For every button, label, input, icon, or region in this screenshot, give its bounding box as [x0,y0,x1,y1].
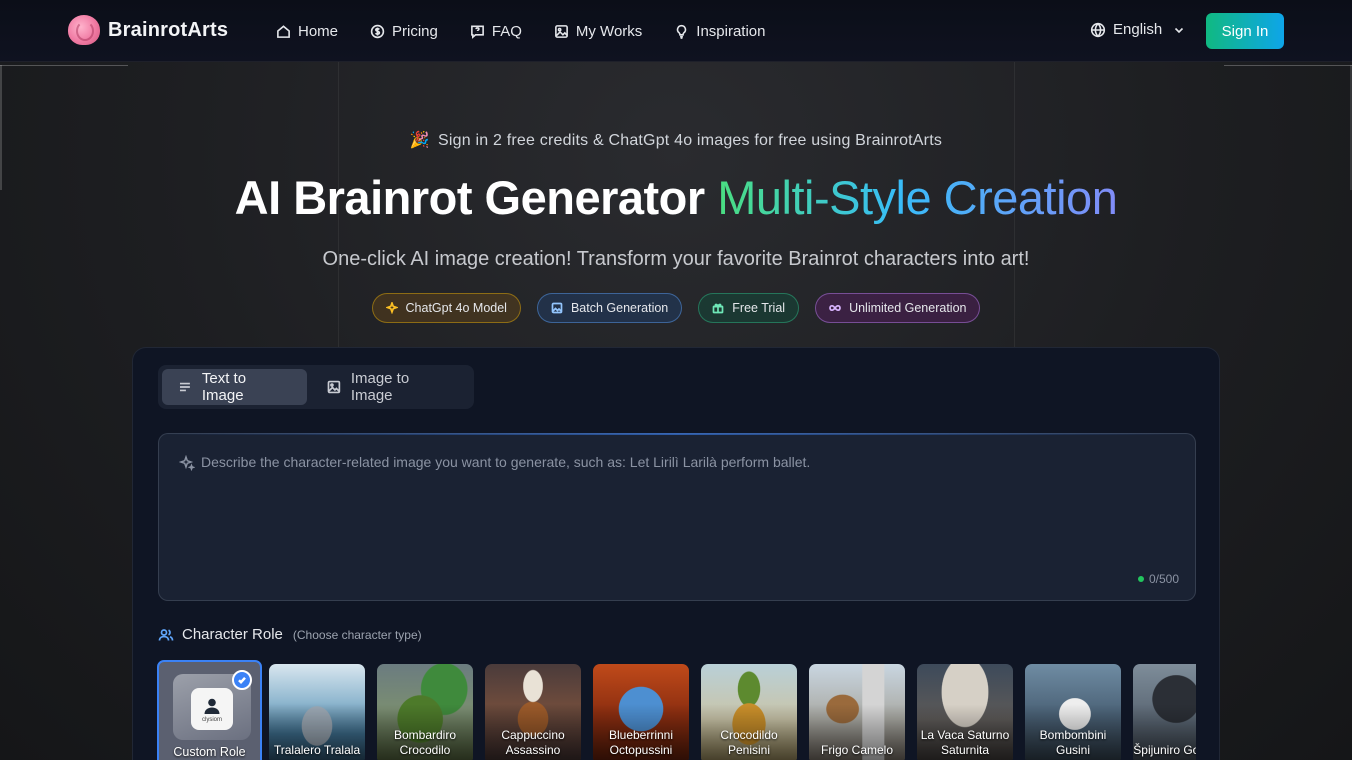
brain-logo-icon [68,15,100,45]
nav-faq[interactable]: FAQ [470,23,522,40]
role-name: Frigo Camelo [820,743,894,757]
home-icon [277,24,290,38]
character-role-list: clysiom Custom Role Tralalero Tralala Bo… [157,660,1196,760]
role-name: Cappuccino Assassino [501,728,565,757]
badge-free-trial: Free Trial [698,293,800,323]
badge-chatgpt-model: ChatGpt 4o Model [371,293,521,323]
prompt-input[interactable] [159,434,1195,600]
role-card[interactable]: Tralalero Tralala [269,664,365,760]
language-label: English [1113,21,1163,38]
mode-tabs: Text to Image Image to Image [158,365,474,409]
page-title: AI Brainrot Generator Multi-Style Creati… [0,170,1352,225]
badge-batch-generation: Batch Generation [536,293,683,323]
role-card[interactable]: Crocodildo Penisini [701,664,797,760]
char-counter: 0/500 [1137,572,1179,586]
image-icon [554,24,568,38]
badge-unlimited-generation: Unlimited Generation [815,293,981,323]
char-counter-text: 0/500 [1148,572,1179,586]
title-main: AI Brainrot Generator [234,171,706,224]
role-name: Crocodildo Penisini [720,728,778,757]
announcement: 🎉 Sign in 2 free credits & ChatGpt 4o ima… [0,130,1352,150]
title-accent: Multi-Style Creation [717,171,1118,224]
role-name: Tralalero Tralala [273,743,361,757]
gift-icon [712,303,724,314]
nav-my-works[interactable]: My Works [554,23,642,40]
custom-role-avatar: clysiom [191,688,233,730]
users-icon [158,628,174,641]
role-card[interactable]: Blueberrinni Octopussini [593,664,689,760]
announcement-text: Sign in 2 free credits & ChatGpt 4o imag… [438,132,943,149]
nav-home-label: Home [298,22,339,40]
grid-line [0,65,128,66]
role-name: La Vaca Saturno Saturnita [920,728,1010,757]
role-card[interactable]: Bombombini Gusini [1025,664,1121,760]
nav-pricing[interactable]: Pricing [370,23,438,40]
lightbulb-icon [677,24,687,39]
language-selector[interactable]: English [1090,21,1185,38]
role-card[interactable]: La Vaca Saturno Saturnita [917,664,1013,760]
role-card[interactable]: Frigo Camelo [809,664,905,760]
role-name: Bombardiro Crocodilo [393,728,457,757]
grid-line [1224,65,1352,66]
party-popper-icon: 🎉 [409,132,431,149]
selected-check-icon [232,670,252,690]
nav-pricing-label: Pricing [392,22,438,40]
infinity-icon [829,304,841,312]
brand[interactable]: BrainrotArts [68,15,228,45]
role-card-custom[interactable]: clysiom Custom Role [157,660,262,760]
role-card[interactable]: Bombardiro Crocodilo [377,664,473,760]
nav-inspiration[interactable]: Inspiration [674,22,766,40]
role-name: Custom Role [173,745,246,759]
tab-label: Image to Image [350,370,410,404]
user-icon [204,698,220,714]
nav-faq-label: FAQ [491,22,522,40]
badge-label: Batch Generation [570,301,669,315]
text-lines-icon [179,382,190,392]
tab-label: Text to Image [201,370,247,404]
sparkle-icon [385,302,398,314]
image-icon [327,380,341,394]
custom-role-tile-label: clysiom [201,716,222,723]
badge-label: Unlimited Generation [849,301,967,315]
top-navbar: BrainrotArts Home Pricing FAQ My Works I… [0,0,1352,62]
nav-my-works-label: My Works [575,22,643,40]
message-question-icon [470,25,484,39]
image-icon [551,302,563,314]
dollar-circle-icon [370,24,385,38]
hero-subtitle: One-click AI image creation! Transform y… [322,248,1030,270]
role-name: Špijuniro Golubiro [1133,743,1196,757]
sign-in-button[interactable]: Sign In [1206,13,1284,49]
badge-label: Free Trial [732,301,786,315]
tab-text-to-image[interactable]: Text to Image [162,369,307,405]
feature-badges: ChatGpt 4o Model Batch Generation Free T… [0,293,1352,323]
badge-label: ChatGpt 4o Model [405,301,507,315]
prompt-box: 0/500 [158,433,1196,601]
chevron-down-icon [1175,27,1184,33]
role-name: Bombombini Gusini [1039,728,1107,757]
tab-image-to-image[interactable]: Image to Image [311,369,470,405]
role-name: Blueberrinni Octopussini [608,728,674,757]
brand-name: BrainrotArts [108,18,229,41]
section-title: Character Role [182,626,283,643]
role-card[interactable]: Špijuniro Golubiro [1133,664,1196,760]
nav-links: Home Pricing FAQ My Works Inspiration [276,0,766,62]
role-card[interactable]: Cappuccino Assassino [485,664,581,760]
globe-icon [1090,22,1106,37]
nav-home[interactable]: Home [276,23,338,40]
status-dot-icon [1137,576,1144,582]
character-role-header: Character Role (Choose character type) [158,626,422,643]
generator-panel: Text to Image Image to Image 0/500 Chara… [132,347,1220,760]
nav-inspiration-label: Inspiration [696,22,766,40]
section-hint: (Choose character type) [292,627,422,642]
